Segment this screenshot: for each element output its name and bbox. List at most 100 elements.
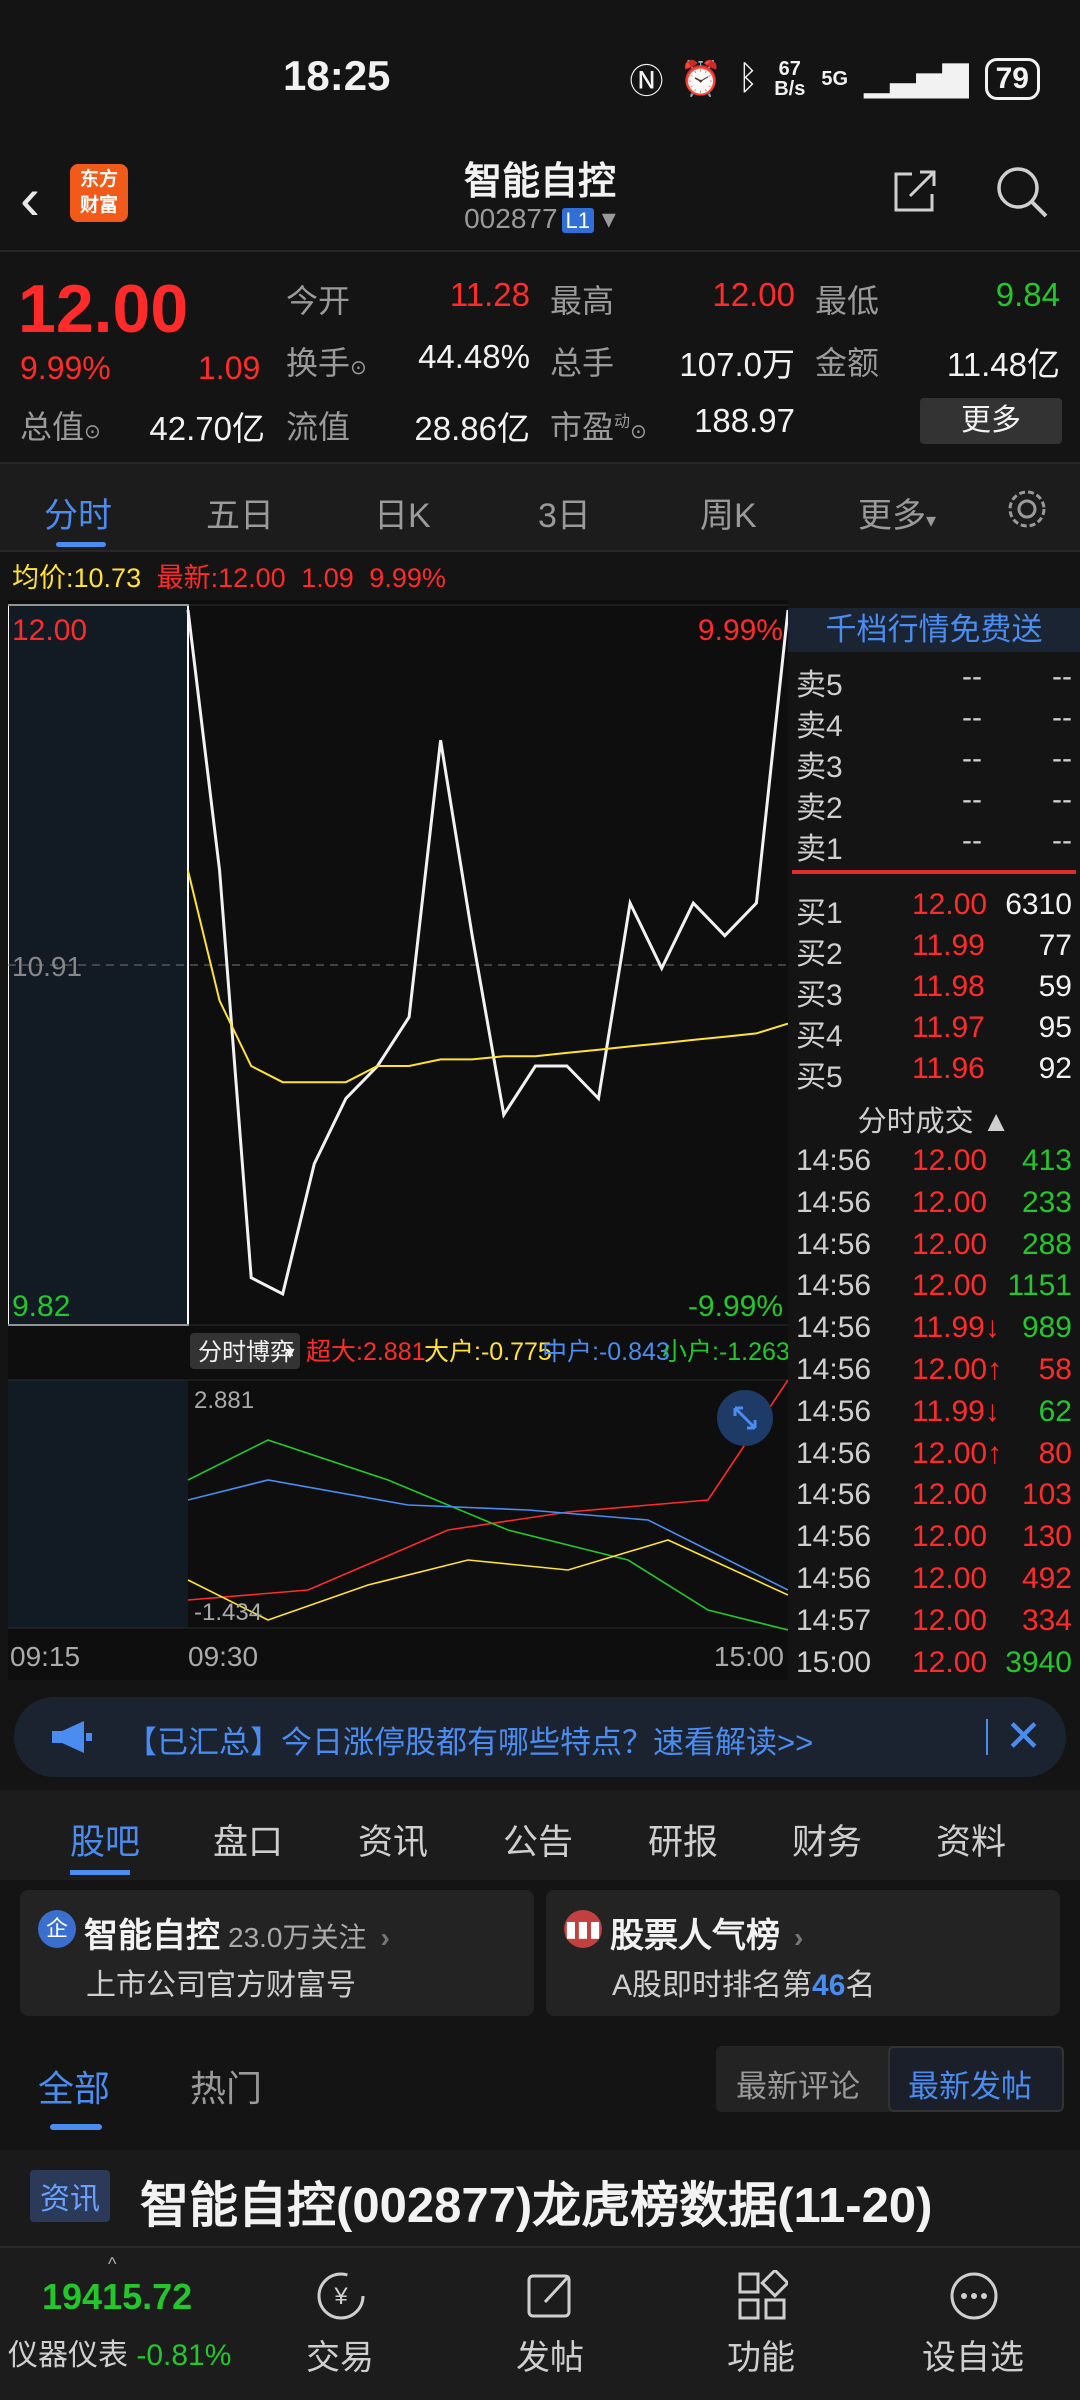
active-tab-indicator (70, 1870, 130, 1875)
ticks-title[interactable]: 分时成交 ▲ (788, 1098, 1080, 1140)
latest-label: 最新: (156, 563, 219, 593)
gear-icon[interactable] (1004, 486, 1050, 532)
amount-value: 11.48亿 (946, 346, 1060, 383)
active-tab-indicator (50, 2124, 102, 2130)
volume-value: 107.0万 (679, 346, 795, 383)
nav-watchlist[interactable]: 设自选 (898, 2248, 1048, 2398)
announcement-banner[interactable]: 【已汇总】今日涨停股都有哪些特点？速看解读>> ✕ (14, 1697, 1066, 1777)
tab-research[interactable]: 研报 (648, 1814, 718, 1865)
tab-announcements[interactable]: 公告 (503, 1814, 573, 1865)
chevron-right-icon: › (380, 1922, 390, 1953)
sector-index-name[interactable]: 仪器仪表 -0.81% (8, 2330, 231, 2374)
order-book: 千档行情免费送 卖5 -- -- 卖4 -- -- 卖3 -- -- 卖2 -- -- 卖1 -- -- 买… (788, 600, 1080, 1680)
float-label: 流值 (286, 409, 351, 445)
tab-weekly-k[interactable]: 周K (700, 488, 757, 537)
buy-level-row: 买3 11.98 59 (796, 970, 1072, 1012)
caret-up-icon: ▲ (981, 1106, 1011, 1138)
card-title: 智能自控 23.0万关注 › (84, 1917, 390, 1955)
tab-news[interactable]: 资讯 (358, 1814, 428, 1865)
level-badge: L1 (561, 208, 595, 233)
active-tab-indicator (56, 542, 106, 547)
search-icon[interactable] (994, 164, 1050, 220)
signal-icon: ▁▃▅▇ (864, 59, 969, 98)
high-value: 12.00 (712, 276, 795, 313)
stock-header: ‹ 东方 财富 智能自控 002877 L1 ▾ (0, 150, 1080, 250)
mktcap-label: 总值⊙ (20, 409, 101, 445)
banner-text: 【已汇总】今日涨停股都有哪些特点？速看解读>> (126, 1725, 814, 1760)
tab-3day[interactable]: 3日 (538, 488, 591, 537)
trade-tick-row: 14:56 12.00 233 (796, 1185, 1072, 1219)
trade-tick-row: 15:00 12.00 3940 (796, 1645, 1072, 1679)
axis-price-mid: 10.91 (12, 951, 82, 982)
grid-icon (738, 2270, 788, 2320)
share-icon[interactable] (890, 166, 940, 216)
yuan-icon: ¥ (317, 2272, 365, 2320)
pe-label: 市盈动⊙ (550, 409, 647, 445)
tab-more[interactable]: 更多▾ (858, 488, 936, 537)
flow-mode-label: 分时博弈 (198, 1339, 294, 1366)
news-tag: 资讯 (30, 2170, 110, 2222)
latest-change: 1.09 (301, 563, 354, 593)
info-icon: ⊙ (350, 357, 367, 379)
news-headline: 智能自控(002877)龙虎榜数据(11-20) (140, 2179, 933, 2233)
low-label: 最低 (815, 283, 880, 319)
sell-level-row: 卖4 -- -- (796, 701, 1072, 743)
sort-latest-comment[interactable]: 最新评论 (736, 2061, 860, 2106)
tab-5day[interactable]: 五日 (206, 488, 274, 537)
close-icon[interactable]: ✕ (1005, 1711, 1042, 1762)
tab-all[interactable]: 全部 (38, 2060, 110, 2112)
pe-value: 188.97 (694, 402, 795, 439)
bluetooth-icon: ᛒ (737, 59, 759, 97)
tab-daily-k[interactable]: 日K (374, 488, 431, 537)
sector-index-value[interactable]: 19415.72 (42, 2276, 192, 2318)
trade-tick-row: 14:56 12.00 1151 (796, 1269, 1072, 1303)
net-speed: 67 B/s (774, 57, 806, 100)
nav-trade[interactable]: ¥ 交易 (265, 2248, 415, 2398)
news-item[interactable]: 资讯 智能自控(002877)龙虎榜数据(11-20) (0, 2150, 1080, 2246)
flow-legend-small: 小户:-1.263 (662, 1338, 788, 1366)
axis-price-top: 12.00 (12, 614, 87, 647)
avg-label: 均价: (12, 563, 74, 593)
tab-guba[interactable]: 股吧 (70, 1814, 140, 1865)
post-filter: 全部 热门 最新评论 最新发帖 (0, 2030, 1080, 2140)
time-end: 15:00 (714, 1641, 784, 1672)
tab-hot[interactable]: 热门 (190, 2060, 262, 2112)
trade-tick-row: 14:57 12.00 334 (796, 1603, 1072, 1637)
official-account-card[interactable]: 企 智能自控 23.0万关注 › 上市公司官方财富号 (20, 1890, 534, 2016)
dropdown-icon: ▾ (594, 203, 616, 234)
svg-text:¥: ¥ (333, 2283, 348, 2310)
tab-intraday[interactable]: 分时 (44, 488, 112, 537)
nav-functions[interactable]: 功能 (686, 2248, 836, 2398)
tab-finance[interactable]: 财务 (792, 1814, 862, 1865)
high-label: 最高 (550, 283, 615, 319)
caret-up-icon: ^ (108, 2254, 117, 2274)
trade-tick-row: 14:56 12.00↑ 58 (796, 1353, 1072, 1386)
trade-tick-row: 14:56 11.99↓ 62 (796, 1394, 1072, 1428)
flow-legend-large: 大户:-0.775 (424, 1338, 552, 1366)
mktcap-value: 42.70亿 (149, 410, 265, 447)
intraday-chart[interactable]: 12.00 10.91 9.82 9.99% -9.99% 分时博弈 ▼ 超大:… (8, 600, 788, 1680)
flow-legend-mid: 中户:-0.843 (542, 1338, 670, 1366)
turnover-label: 换手⊙ (286, 345, 367, 381)
time-start: 09:15 (10, 1641, 80, 1672)
caret-icon: ▾ (926, 510, 937, 532)
more-button[interactable]: 更多 (920, 398, 1062, 444)
edit-icon (527, 2274, 571, 2318)
axis-pct-bottom: -9.99% (688, 1290, 783, 1323)
sell-level-row: 卖1 -- -- (796, 824, 1072, 866)
axis-price-bottom: 9.82 (12, 1290, 70, 1323)
time-open: 09:30 (188, 1641, 258, 1672)
buy-level-row: 买2 11.99 77 (796, 929, 1072, 971)
popularity-card[interactable]: ▮▮▮ 股票人气榜 › A股即时排名第46名 (546, 1890, 1060, 2016)
nav-post[interactable]: 发帖 (475, 2248, 625, 2398)
promo-link[interactable]: 千档行情免费送 (788, 608, 1080, 652)
sort-latest-post[interactable]: 最新发帖 (908, 2061, 1032, 2106)
tab-profile[interactable]: 资料 (936, 1814, 1006, 1865)
chart-tabs: 分时 五日 日K 3日 周K 更多▾ (0, 462, 1080, 552)
tab-pankou[interactable]: 盘口 (213, 1814, 283, 1865)
buy-level-row: 买1 12.00 6310 (796, 888, 1072, 930)
flow-auction-area (8, 1380, 188, 1628)
info-icon: ⊙ (630, 421, 647, 443)
trade-tick-row: 14:56 11.99↓ 989 (796, 1311, 1072, 1345)
ranking-icon: ▮▮▮ (564, 1910, 602, 1948)
